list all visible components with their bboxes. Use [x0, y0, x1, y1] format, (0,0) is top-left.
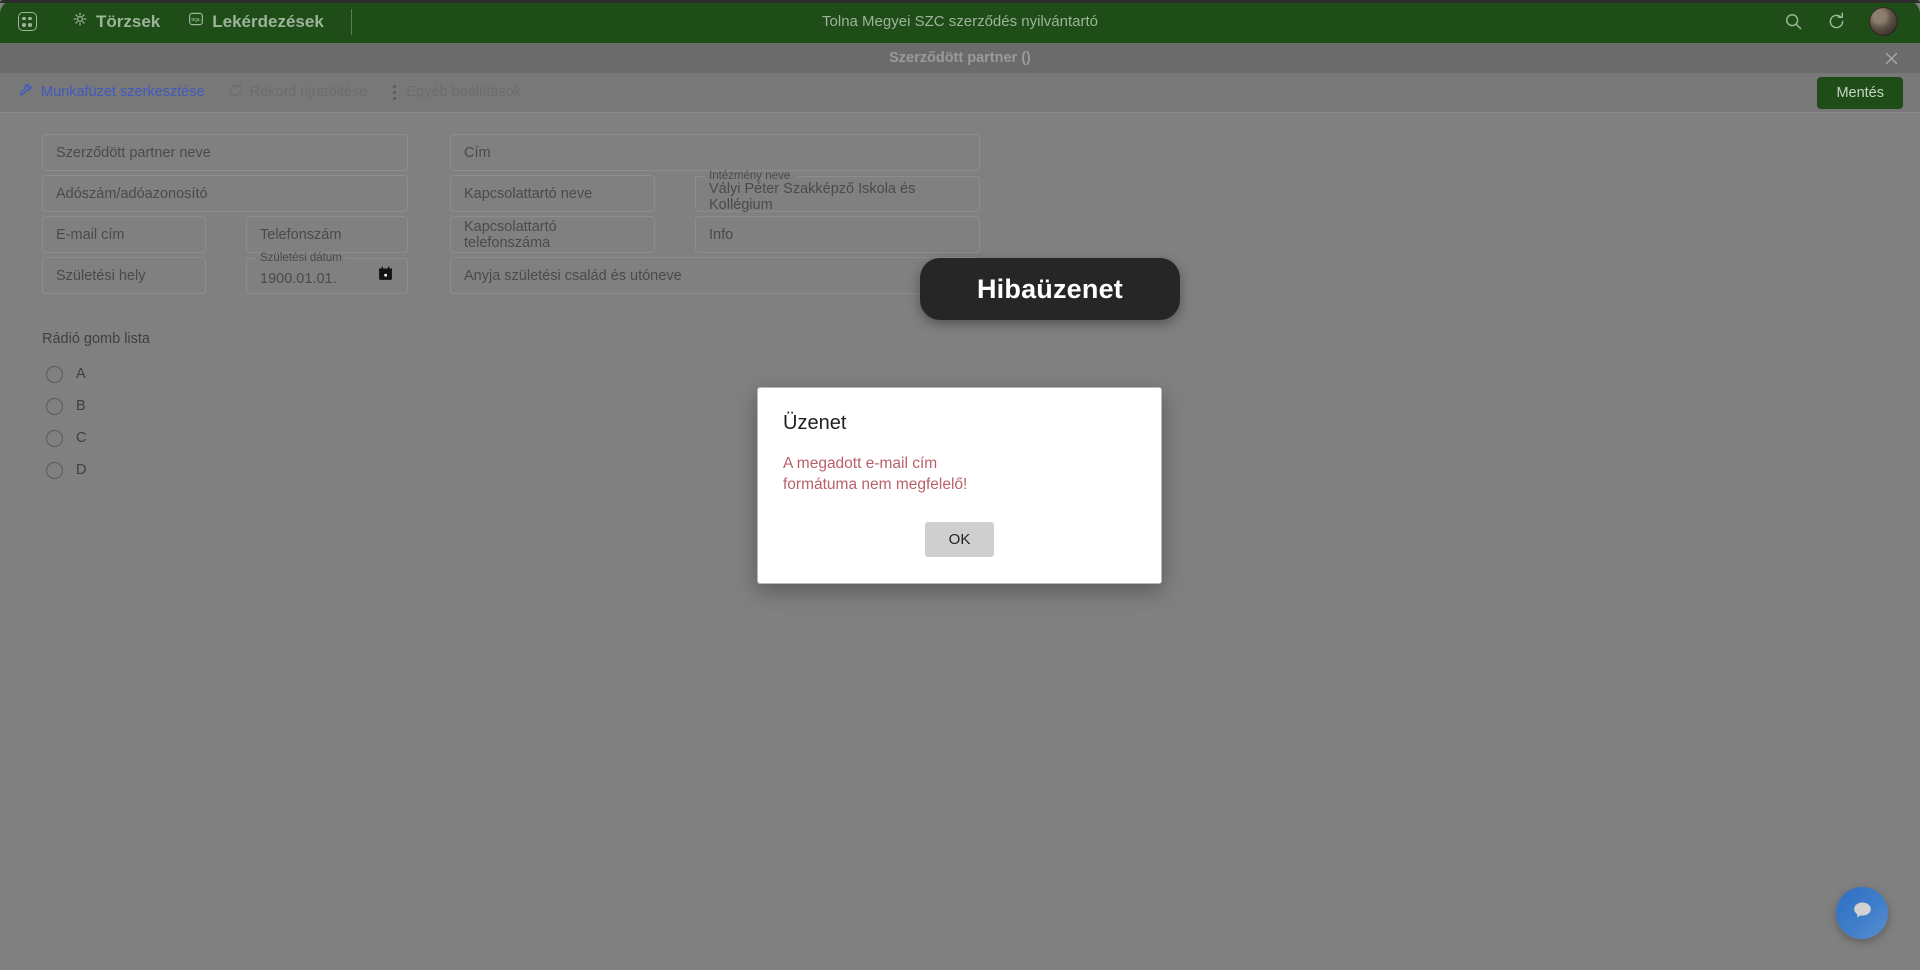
tax-number-field[interactable]: Adószám/adóazonosító [42, 175, 408, 212]
radio-option-d-label: D [76, 462, 87, 478]
nav-item-lekerdezesek[interactable]: SQL Lekérdezések [187, 10, 324, 33]
more-vertical-icon [389, 85, 400, 100]
radio-group-label: Rádió gomb lista [42, 331, 150, 347]
radio-option-b-label: B [76, 398, 86, 414]
institution-label: Intézmény neve [705, 168, 795, 184]
edit-workbook-button[interactable]: Munkafüzet szerkesztése [18, 82, 205, 103]
nav-divider [350, 8, 352, 35]
other-settings-button[interactable]: Egyéb beállítások [389, 85, 521, 100]
radio-circle-icon [46, 397, 63, 415]
refresh-icon[interactable] [1826, 11, 1847, 32]
radio-option-d[interactable]: D [42, 454, 150, 486]
phone-field[interactable]: Telefonszám [246, 216, 408, 253]
radio-option-c[interactable]: C [42, 422, 150, 454]
dialog-message: A megadott e-mail cím formátuma nem megf… [783, 455, 968, 494]
email-field[interactable]: E-mail cím [42, 216, 206, 253]
radio-circle-icon [46, 429, 63, 447]
radio-option-c-label: C [76, 430, 87, 446]
partner-name-field[interactable]: Szerződött partner neve [42, 134, 408, 171]
dialog-ok-button[interactable]: OK [924, 521, 995, 557]
wrench-icon [18, 82, 35, 103]
message-dialog: Üzenet A megadott e-mail cím formátuma n… [757, 387, 1162, 584]
edit-workbook-label: Munkafüzet szerkesztése [41, 84, 205, 101]
birth-date-value: 1900.01.01. [260, 270, 337, 287]
hub-icon [71, 10, 89, 33]
institution-value: Vályi Péter Szakképző Iskola és Kollégiu… [709, 180, 916, 213]
mother-name-field[interactable]: Anyja születési család és utóneve [450, 257, 980, 294]
record-header-bar: Szerződött partner () [0, 43, 1920, 73]
application-window: Törzsek SQL Lekérdezések Tolna Megyei SZ… [0, 0, 1920, 970]
record-title: Szerződött partner () [889, 50, 1031, 66]
app-grid-button[interactable] [10, 5, 44, 39]
other-settings-label: Egyéb beállítások [406, 84, 521, 101]
chat-bubble-icon [1850, 898, 1875, 928]
address-field[interactable]: Cím [450, 134, 980, 171]
error-message-badge: Hibaüzenet [920, 258, 1180, 320]
nav-item-lekerdezesek-label: Lekérdezések [212, 11, 324, 31]
radio-option-a-label: A [76, 366, 86, 382]
record-toolbar: Munkafüzet szerkesztése Rekord újratölté… [0, 73, 1920, 113]
info-field[interactable]: Info [695, 216, 980, 253]
dialog-title: Üzenet [783, 412, 847, 434]
app-grid-icon [17, 12, 37, 31]
institution-field[interactable]: Intézmény neve Vályi Péter Szakképző Isk… [695, 170, 980, 213]
close-icon[interactable] [1876, 43, 1906, 73]
contact-phone-field[interactable]: Kapcsolattartó telefonszáma [450, 216, 655, 253]
sql-icon: SQL [187, 10, 205, 33]
nav-item-torzsek-label: Törzsek [96, 11, 161, 31]
top-navigation-bar: Törzsek SQL Lekérdezések Tolna Megyei SZ… [0, 0, 1920, 43]
search-icon[interactable] [1783, 11, 1804, 32]
contact-name-field[interactable]: Kapcsolattartó neve [450, 175, 655, 212]
nav-item-torzsek[interactable]: Törzsek [71, 10, 160, 33]
save-button[interactable]: Mentés [1817, 76, 1903, 109]
birth-date-field[interactable]: Születési dátum 1900.01.01. [246, 252, 408, 294]
birth-date-label: Születési dátum [256, 250, 346, 266]
radio-circle-icon [46, 461, 63, 479]
user-avatar[interactable] [1869, 7, 1898, 36]
reload-record-label: Rekord újratöltése [249, 84, 368, 101]
top-bar-actions [1783, 7, 1898, 36]
svg-text:SQL: SQL [191, 17, 201, 23]
chat-fab-button[interactable] [1836, 887, 1888, 939]
radio-button-list: Rádió gomb lista A B C D [42, 331, 150, 486]
refresh-icon [227, 82, 244, 103]
dialog-actions: OK [758, 496, 1161, 577]
radio-circle-icon [46, 365, 63, 383]
calendar-icon[interactable] [377, 265, 394, 286]
radio-option-a[interactable]: A [42, 358, 150, 390]
birth-place-field[interactable]: Születési hely [42, 257, 206, 294]
radio-option-b[interactable]: B [42, 390, 150, 422]
reload-record-button[interactable]: Rekord újratöltése [227, 82, 368, 103]
